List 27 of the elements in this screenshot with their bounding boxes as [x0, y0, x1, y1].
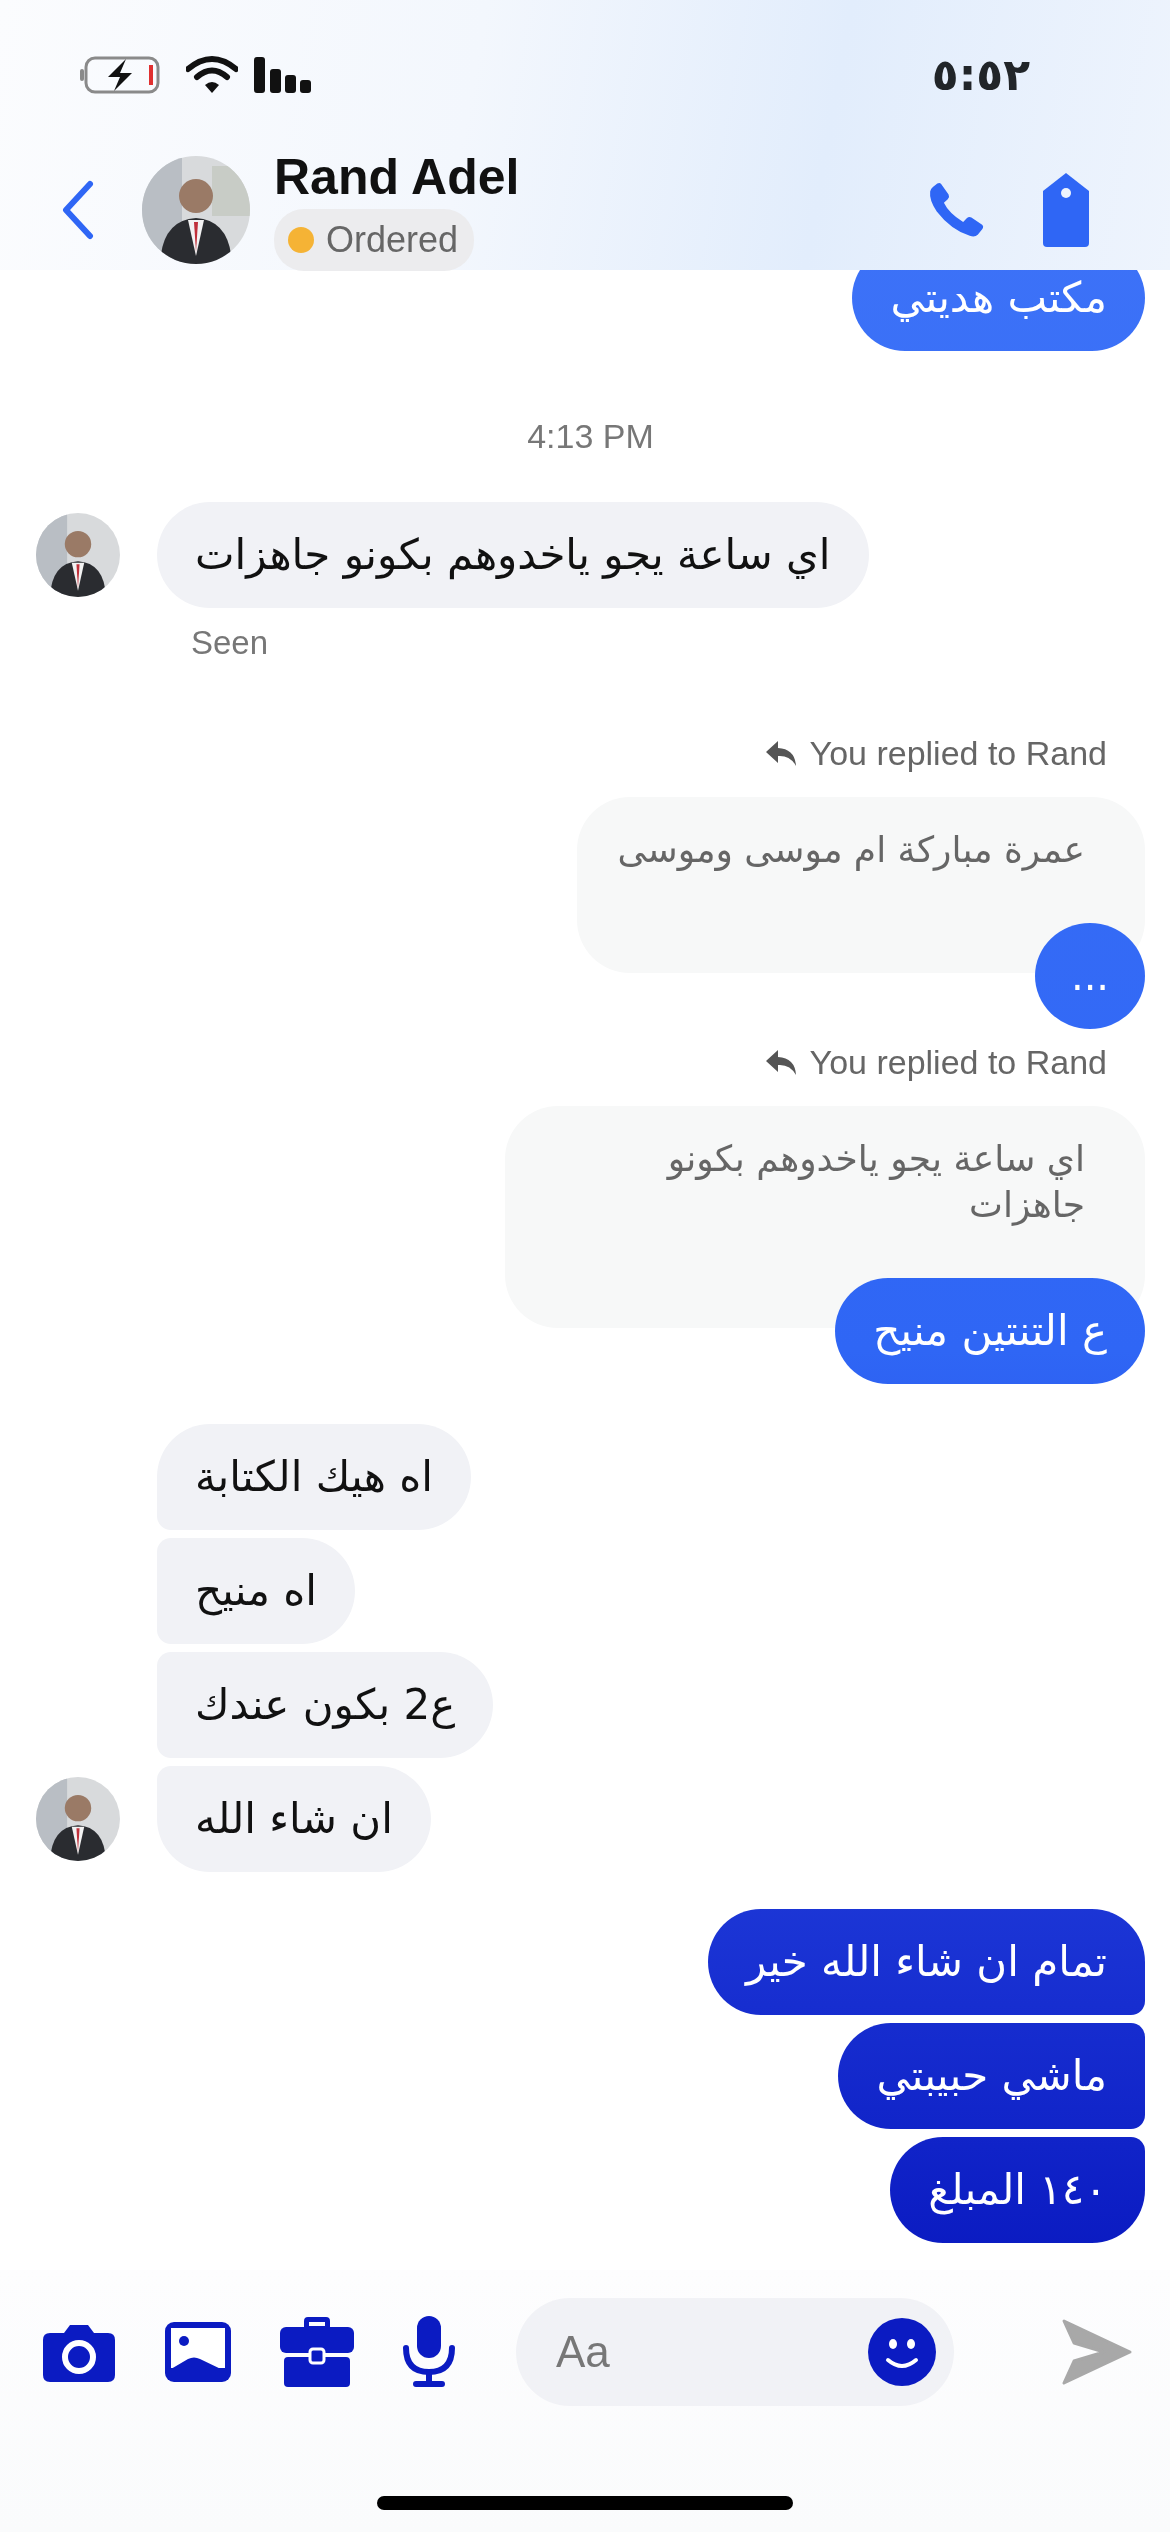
message-bubble: ان شاء الله: [157, 1765, 431, 1872]
briefcase-icon[interactable]: [280, 2317, 354, 2387]
microphone-icon[interactable]: [402, 2316, 456, 2388]
emoji-icon[interactable]: [868, 2318, 936, 2386]
message-bubble: اه هيك الكتابة: [157, 1423, 471, 1530]
message-bubble: مكتب هديتي: [852, 270, 1145, 351]
message-bubble: اي ساعة يجو ياخدوهم بكونو جاهزات: [157, 502, 869, 608]
image-icon[interactable]: [164, 2321, 232, 2383]
message-bubble: ١٤٠ المبلغ: [890, 2136, 1145, 2243]
timestamp: 4:13 PM: [527, 416, 654, 457]
status-tag: Ordered: [274, 209, 475, 271]
message-field[interactable]: Aa: [516, 2298, 954, 2406]
message-bubble: اه منيح: [157, 1537, 355, 1644]
message-bubble: ...: [1035, 922, 1145, 1029]
contact-name: Rand Adel: [274, 149, 520, 205]
reply-label: You replied to Rand: [809, 1041, 1107, 1083]
message-bubble: تمام ان شاء الله خير: [707, 1908, 1145, 2015]
quoted-message: عمرة مباركة ام موسى وموسى: [577, 796, 1145, 973]
seen-receipt: Seen: [191, 623, 270, 663]
reply-label: You replied to Rand: [809, 732, 1107, 774]
back-icon[interactable]: [60, 180, 94, 240]
message-bubble: ماشي حبيبتي: [838, 2022, 1145, 2129]
status-time: ٥:٥٢: [931, 48, 1030, 102]
wifi-icon: [186, 55, 238, 95]
battery-icon: [80, 55, 162, 95]
signal-icon: [254, 55, 312, 95]
message-bubble: ع2 بكون عندك: [157, 1651, 494, 1758]
